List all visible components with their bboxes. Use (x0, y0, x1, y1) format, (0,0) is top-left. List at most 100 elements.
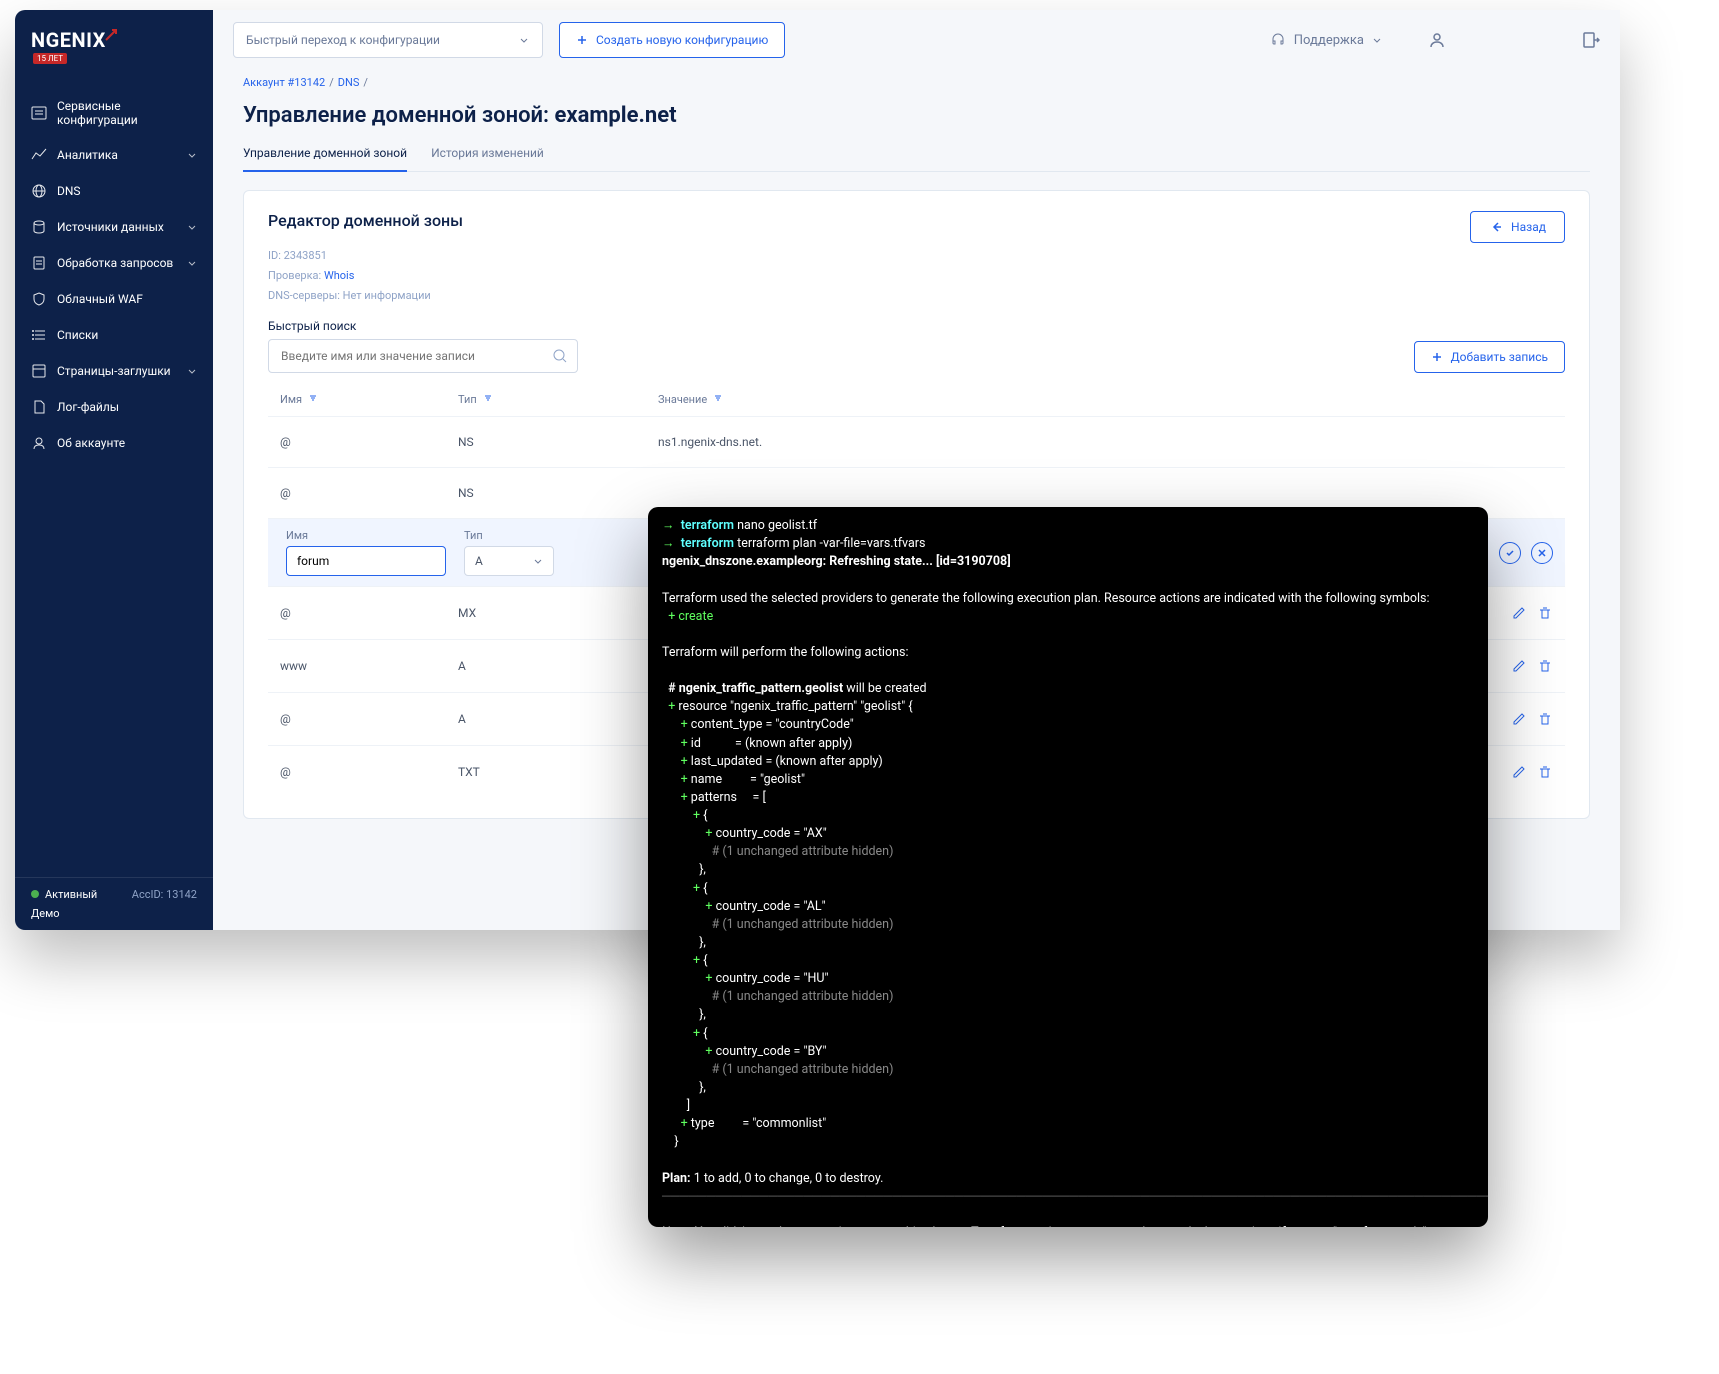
sidebar-item-waf[interactable]: Облачный WAF (15, 281, 213, 317)
demo-label: Демо (31, 907, 197, 920)
sidebar-item-label: Обработка запросов (57, 256, 187, 270)
chevron-down-icon (187, 258, 197, 268)
search-input[interactable] (268, 339, 578, 373)
logo: NGENIX 15 ЛЕТ (15, 10, 213, 85)
plus-icon (1431, 351, 1443, 363)
sidebar-item-label: Сервисные конфигурации (57, 99, 197, 127)
sidebar-item-analytics[interactable]: Аналитика (15, 137, 213, 173)
sidebar-item-logs[interactable]: Лог-файлы (15, 389, 213, 425)
sidebar-item-account[interactable]: Об аккаунте (15, 425, 213, 461)
topbar: Быстрый переход к конфигурации Создать н… (213, 10, 1620, 70)
sidebar: NGENIX 15 ЛЕТ Сервисные конфигурации Ана… (15, 10, 213, 930)
trash-icon[interactable] (1537, 764, 1553, 780)
cancel-button[interactable] (1531, 542, 1553, 564)
col-name-header[interactable]: Имя (280, 393, 302, 406)
whois-link[interactable]: Whois (324, 269, 354, 282)
sidebar-item-dns[interactable]: DNS (15, 173, 213, 209)
list2-icon (31, 327, 47, 343)
chart-icon (31, 147, 47, 163)
sidebar-item-processing[interactable]: Обработка запросов (15, 245, 213, 281)
trash-icon[interactable] (1537, 658, 1553, 674)
config-select[interactable]: Быстрый переход к конфигурации (233, 22, 543, 58)
sidebar-item-service-configs[interactable]: Сервисные конфигурации (15, 89, 213, 137)
page-title: Управление доменной зоной: example.net (243, 103, 1590, 128)
profile-icon[interactable] (1428, 31, 1446, 49)
arrow-left-icon (1489, 220, 1503, 234)
globe-icon (31, 183, 47, 199)
sidebar-item-label: Об аккаунте (57, 436, 197, 450)
zone-id: 2343851 (284, 249, 327, 262)
chevron-down-icon (187, 150, 197, 160)
chevron-down-icon (187, 222, 197, 232)
chevron-down-icon (533, 556, 543, 566)
logout-icon[interactable] (1582, 31, 1600, 49)
sidebar-footer: Активный AccID: 13142 Демо (15, 877, 213, 930)
breadcrumb: Аккаунт #13142/DNS/ (243, 76, 1590, 89)
record-name-input[interactable] (286, 546, 446, 576)
terminal-window: → terraform nano geolist.tf → terraform … (648, 507, 1488, 1227)
sidebar-item-label: DNS (57, 184, 197, 198)
panel-title: Редактор доменной зоны (268, 211, 463, 230)
chevron-down-icon (1372, 35, 1382, 45)
sidebar-item-label: Страницы-заглушки (57, 364, 187, 378)
panel-meta: ID: 2343851 Проверка: Whois DNS-серверы:… (268, 246, 463, 305)
sidebar-item-label: Источники данных (57, 220, 187, 234)
add-record-button[interactable]: Добавить запись (1414, 341, 1565, 373)
sidebar-item-label: Списки (57, 328, 197, 342)
sort-icon[interactable] (713, 393, 723, 403)
dns-servers-value: Нет информации (343, 289, 431, 302)
chevron-down-icon (518, 34, 530, 46)
user-icon (31, 435, 47, 451)
check-icon (1504, 547, 1516, 559)
table-row: @NSns1.ngenix-dns.net. (268, 416, 1565, 467)
headset-icon (1270, 32, 1286, 48)
confirm-button[interactable] (1499, 542, 1521, 564)
sidebar-item-stub-pages[interactable]: Страницы-заглушки (15, 353, 213, 389)
doc-icon (31, 255, 47, 271)
search-icon (552, 348, 568, 364)
close-icon (1536, 547, 1548, 559)
config-select-placeholder: Быстрый переход к конфигурации (246, 33, 518, 47)
tab-history[interactable]: История изменений (431, 146, 544, 171)
logo-text: NGENIX (31, 28, 106, 52)
trash-icon[interactable] (1537, 711, 1553, 727)
col-value-header[interactable]: Значение (658, 393, 707, 406)
tabs: Управление доменной зоной История измене… (243, 146, 1590, 172)
database-icon (31, 219, 47, 235)
sidebar-item-data-sources[interactable]: Источники данных (15, 209, 213, 245)
status-label: Активный (45, 888, 97, 901)
create-config-button[interactable]: Создать новую конфигурацию (559, 22, 785, 58)
edit-icon[interactable] (1511, 711, 1527, 727)
edit-icon[interactable] (1511, 658, 1527, 674)
plus-icon (576, 34, 588, 46)
sidebar-item-label: Лог-файлы (57, 400, 197, 414)
search-label: Быстрый поиск (268, 319, 578, 333)
edit-icon[interactable] (1511, 605, 1527, 621)
edit-icon[interactable] (1511, 764, 1527, 780)
list-icon (31, 105, 47, 121)
page-icon (31, 363, 47, 379)
support-label: Поддержка (1294, 33, 1364, 48)
tab-zone-management[interactable]: Управление доменной зоной (243, 146, 407, 172)
col-type-header[interactable]: Тип (458, 393, 477, 406)
logo-badge: 15 ЛЕТ (33, 53, 67, 64)
chevron-down-icon (187, 366, 197, 376)
sidebar-item-label: Аналитика (57, 148, 187, 162)
shield-icon (31, 291, 47, 307)
status-dot-icon (31, 890, 39, 898)
sidebar-item-label: Облачный WAF (57, 292, 197, 306)
support-dropdown[interactable]: Поддержка (1270, 32, 1382, 48)
trash-icon[interactable] (1537, 605, 1553, 621)
file-icon (31, 399, 47, 415)
sidebar-item-lists[interactable]: Списки (15, 317, 213, 353)
account-id: AccID: 13142 (132, 888, 197, 901)
record-type-select[interactable]: A (464, 546, 554, 576)
sort-icon[interactable] (308, 393, 318, 403)
sort-icon[interactable] (483, 393, 493, 403)
back-button[interactable]: Назад (1470, 211, 1565, 243)
breadcrumb-account[interactable]: Аккаунт #13142 (243, 76, 325, 89)
nav: Сервисные конфигурации Аналитика DNS Ист… (15, 85, 213, 877)
page-domain: example.net (555, 103, 677, 128)
breadcrumb-dns[interactable]: DNS (338, 76, 360, 89)
create-config-label: Создать новую конфигурацию (596, 33, 768, 47)
